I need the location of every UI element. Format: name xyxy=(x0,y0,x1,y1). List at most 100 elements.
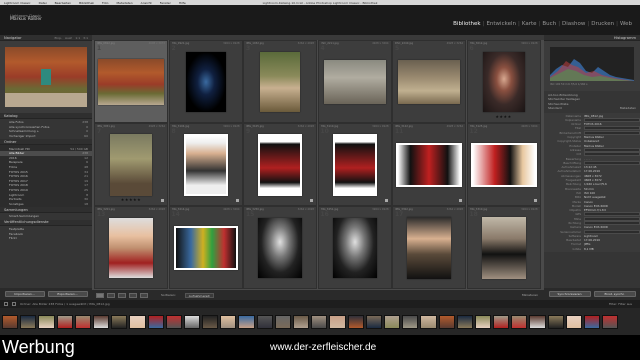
module-web[interactable]: Web xyxy=(620,21,632,27)
filmstrip-thumbnail[interactable] xyxy=(474,314,492,329)
grid-cell[interactable]: 15 IMG_3250.jpg 3264 x 4928 xyxy=(243,206,317,289)
grid-cell[interactable]: 16 IMG_3251.jpg 3264 x 4928 xyxy=(317,206,392,289)
photo-thumbnail[interactable] xyxy=(481,216,526,279)
photo-thumbnail[interactable] xyxy=(109,217,153,278)
grid-cell[interactable]: 17 IMG_3302.jpg 3264 x 4928 xyxy=(392,206,466,289)
loupe-view-button[interactable] xyxy=(107,292,115,298)
photo-thumbnail[interactable] xyxy=(185,51,226,112)
filmstrip-thumbnail[interactable] xyxy=(256,314,273,329)
painter-button[interactable] xyxy=(140,292,148,298)
zoom-3-1[interactable]: 3:1 xyxy=(83,36,88,40)
star-rating[interactable]: ★★★★★ xyxy=(95,197,167,202)
filmstrip-thumbnail[interactable] xyxy=(438,314,455,329)
filmstrip-thumbnail[interactable] xyxy=(183,314,201,329)
module-slideshow[interactable]: Diashow xyxy=(562,21,585,27)
grid-cell[interactable]: 1 IMG_0812.jpg 4608 x 3072 xyxy=(94,40,168,123)
grid-cell[interactable]: 10 IMG_3110.jpg 3264 x 4928 xyxy=(317,123,392,206)
filmstrip-thumbnail[interactable] xyxy=(347,314,364,329)
publish-item[interactable]: Flickr xyxy=(0,236,92,241)
module-book[interactable]: Buch xyxy=(542,21,556,27)
filmstrip-thumbnail[interactable] xyxy=(111,314,128,329)
menu-item[interactable]: Foto xyxy=(102,1,108,5)
photo-thumbnail[interactable] xyxy=(173,225,238,270)
filmstrip-thumbnail[interactable] xyxy=(529,314,546,329)
filmstrip-thumbnail[interactable] xyxy=(74,314,91,329)
grid-cell[interactable]: 9 IMG_3105.jpg 3264 x 4928 xyxy=(243,123,317,206)
filmstrip-thumbnail[interactable] xyxy=(565,314,582,329)
photo-thumbnail[interactable] xyxy=(260,51,300,112)
grid-cell[interactable]: 11 IMG_3122.jpg 4928 x 3264 xyxy=(392,123,466,206)
grid-cell[interactable]: 6 IMG_3012.jpg 3264 x 4928 ★★★★ xyxy=(466,40,541,123)
photo-thumbnail[interactable] xyxy=(332,217,377,278)
filmstrip-thumbnail[interactable] xyxy=(511,314,528,329)
primary-window-icon[interactable] xyxy=(4,302,8,306)
filmstrip-thumbnail[interactable] xyxy=(38,314,55,329)
filmstrip-thumbnail[interactable] xyxy=(56,314,73,329)
photo-thumbnail[interactable] xyxy=(258,133,302,196)
zoom-fill[interactable]: Ausf. xyxy=(65,36,72,40)
filmstrip-thumbnail[interactable] xyxy=(402,314,419,329)
filmstrip-thumbnail[interactable] xyxy=(456,314,473,329)
filmstrip-thumbnail[interactable] xyxy=(220,314,237,329)
menu-item[interactable]: Metadaten xyxy=(117,1,133,5)
menu-item[interactable]: Fenster xyxy=(160,1,171,5)
grid-cell[interactable]: 2 IMG_0921.jpg 3264 x 4928 xyxy=(168,40,243,123)
photo-thumbnail[interactable] xyxy=(398,59,460,104)
filmstrip-thumbnail[interactable] xyxy=(2,314,19,329)
menu-item[interactable]: Ansicht xyxy=(141,1,152,5)
filmstrip-thumbnail[interactable] xyxy=(547,314,564,329)
menu-item[interactable]: Hilfe xyxy=(179,1,186,5)
panel-row[interactable]: Standard Metadaten xyxy=(544,106,640,110)
sync-settings-button[interactable]: Einst. synchr. xyxy=(593,291,636,297)
grid-cell[interactable]: 14 IMG_3214.jpg 4928 x 3264 xyxy=(168,206,243,289)
photo-thumbnail[interactable] xyxy=(332,133,377,196)
filmstrip-thumbnail[interactable] xyxy=(383,314,401,329)
filmstrip-thumbnail[interactable] xyxy=(274,314,291,329)
filmstrip-thumbnail[interactable] xyxy=(92,314,110,329)
photo-thumbnail[interactable] xyxy=(407,216,451,279)
zoom-1-1[interactable]: 1:1 xyxy=(75,36,80,40)
collection-item[interactable]: Smart-Sammlungen xyxy=(0,214,92,219)
photo-thumbnail[interactable] xyxy=(482,51,525,112)
photo-thumbnail[interactable] xyxy=(183,133,228,196)
filmstrip-thumbnail[interactable] xyxy=(311,314,328,329)
photo-thumbnail[interactable] xyxy=(110,133,152,196)
filmstrip-thumbnail[interactable] xyxy=(602,314,619,329)
grid-cell[interactable]: 12 IMG_3125.jpg 4928 x 3264 xyxy=(466,123,541,206)
filmstrip-thumbnail[interactable] xyxy=(584,314,601,329)
filmstrip-thumbnail[interactable] xyxy=(365,314,382,329)
grid-cell[interactable]: 8 IMG_3104.jpg 3264 x 4928 xyxy=(168,123,243,206)
menu-item[interactable]: Bearbeiten xyxy=(55,1,71,5)
photo-thumbnail[interactable] xyxy=(323,59,386,104)
photo-thumbnail[interactable] xyxy=(396,142,462,187)
photo-thumbnail[interactable] xyxy=(258,217,302,278)
sync-button[interactable]: Synchronisieren xyxy=(548,291,591,297)
star-rating[interactable]: ★★★★ xyxy=(468,114,540,119)
filmstrip-filter[interactable]: Filter: Filter aus xyxy=(609,302,632,306)
grid-cell[interactable]: 13 IMG_3201.jpg 3264 x 4928 xyxy=(94,206,168,289)
metadata-value[interactable]: 8,1 MB xyxy=(584,247,640,251)
grid-cell[interactable]: 4 DSC_2211.jpg 4928 x 3264 xyxy=(317,40,392,123)
filmstrip-thumbnail[interactable] xyxy=(147,314,164,329)
navigator-preview[interactable] xyxy=(0,41,92,113)
menu-item[interactable]: Bibliothek xyxy=(79,1,94,5)
export-button[interactable]: Exportieren... xyxy=(47,291,88,297)
filmstrip-thumbnail[interactable] xyxy=(493,314,510,329)
ad-url[interactable]: www.der-zerfleischer.de xyxy=(270,335,376,360)
photo-thumbnail[interactable] xyxy=(470,142,537,187)
zoom-fit[interactable]: Einp. xyxy=(55,36,63,40)
module-develop[interactable]: Entwickeln xyxy=(486,21,516,27)
module-map[interactable]: Karte xyxy=(522,21,537,27)
menu-item[interactable]: Datei xyxy=(39,1,47,5)
catalog-item[interactable]: Vorheriger Import 60 xyxy=(0,134,92,139)
import-button[interactable]: Importieren... xyxy=(4,291,45,297)
filmstrip-thumbnail[interactable] xyxy=(165,314,182,329)
sort-select[interactable]: Aufnahmezeit xyxy=(184,292,214,298)
grid-view-button[interactable] xyxy=(96,292,104,298)
survey-view-button[interactable] xyxy=(129,292,137,298)
module-print[interactable]: Drucken xyxy=(591,21,614,27)
folder-item[interactable]: Sonstiges 18 xyxy=(0,202,92,207)
filmstrip-thumbnail[interactable] xyxy=(20,314,37,329)
menu-item[interactable]: Lightroom Classic xyxy=(4,1,31,5)
grid-cell[interactable]: 7 IMG_3051.jpg 4928 x 3264 ★★★★★ xyxy=(94,123,168,206)
